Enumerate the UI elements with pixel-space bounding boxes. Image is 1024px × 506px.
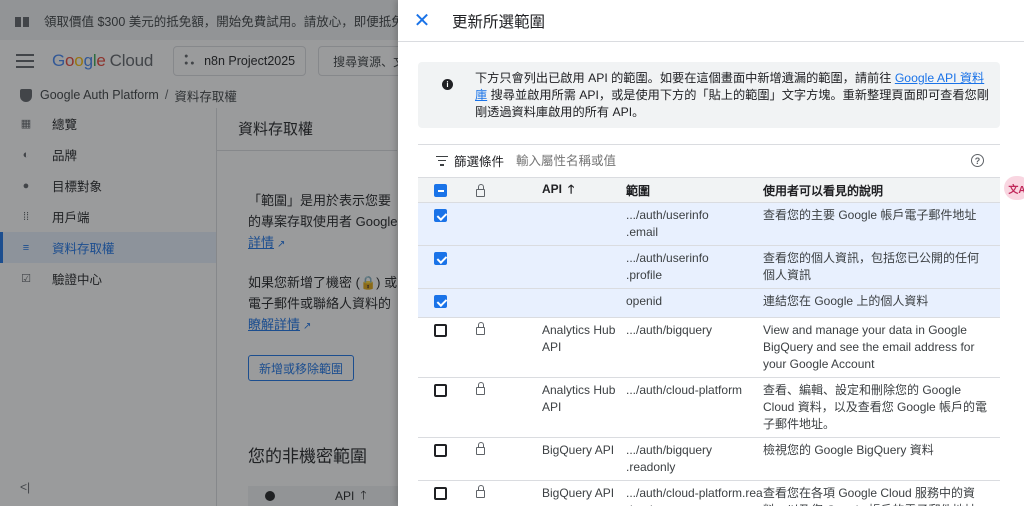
lock-icon: [476, 382, 485, 395]
table-row[interactable]: openid 連結您在 Google 上的個人資料: [418, 288, 1000, 318]
lock-icon: [476, 322, 485, 335]
cell-api: [542, 245, 626, 289]
cell-api: Analytics Hub API: [542, 377, 626, 438]
cell-api: [542, 288, 626, 318]
lock-icon: [476, 183, 485, 197]
row-checkbox[interactable]: [434, 444, 447, 457]
help-icon[interactable]: ?: [971, 154, 984, 167]
cell-description: 查看您的主要 Google 帳戶電子郵件地址: [763, 202, 1000, 246]
cell-scope: .../auth/cloud-platform: [626, 377, 763, 438]
row-checkbox[interactable]: [434, 487, 447, 500]
filter-icon: [436, 155, 448, 166]
lock-icon: [476, 485, 485, 498]
cell-scope: .../auth/userinfo .profile: [626, 245, 763, 289]
cell-api: [542, 202, 626, 246]
translate-icon[interactable]: 文A: [1004, 176, 1024, 200]
column-api-header[interactable]: API 🡑: [542, 177, 626, 203]
table-row[interactable]: .../auth/userinfo .email 查看您的主要 Google 帳戶…: [418, 202, 1000, 246]
panel-header: ✕ 更新所選範圍: [398, 0, 1024, 42]
sort-arrow-icon: 🡑: [568, 181, 575, 196]
select-all-checkbox[interactable]: [434, 184, 447, 198]
table-row[interactable]: Analytics Hub API .../auth/bigquery View a…: [418, 317, 1000, 378]
row-checkbox[interactable]: [434, 209, 447, 222]
cell-description: 連結您在 Google 上的個人資料: [763, 288, 1000, 318]
row-checkbox[interactable]: [434, 252, 447, 265]
info-icon: i: [442, 79, 453, 90]
cell-api: BigQuery API: [542, 480, 626, 506]
row-checkbox[interactable]: [434, 384, 447, 397]
table-row[interactable]: BigQuery API .../auth/bigquery .readonly 檢…: [418, 437, 1000, 481]
cell-scope: .../auth/cloud-platform.read-only: [626, 480, 763, 506]
close-icon[interactable]: ✕: [398, 0, 446, 42]
row-checkbox[interactable]: [434, 324, 447, 337]
scopes-table: API 🡑 範圍 使用者可以看見的說明 .../auth/userinfo .em…: [418, 177, 1000, 506]
filter-bar: 篩選條件 ?: [418, 144, 1000, 176]
row-checkbox[interactable]: [434, 295, 447, 308]
lock-icon: [476, 442, 485, 455]
table-header-row: API 🡑 範圍 使用者可以看見的說明: [418, 177, 1000, 203]
cell-scope: openid: [626, 288, 763, 318]
table-row[interactable]: Analytics Hub API .../auth/cloud-platform…: [418, 377, 1000, 438]
cell-description: 查看您在各項 Google Cloud 服務中的資料，以及您 Google 帳戶…: [763, 480, 1000, 506]
cell-description: View and manage your data in Google BigQ…: [763, 317, 1000, 378]
info-banner: i 下方只會列出已啟用 API 的範圍。如要在這個畫面中新增遺漏的範圍，請前往 …: [418, 62, 1000, 128]
cell-api: Analytics Hub API: [542, 317, 626, 378]
filter-label: 篩選條件: [454, 155, 505, 169]
column-scope-header: 範圍: [626, 177, 763, 203]
panel-title: 更新所選範圍: [452, 13, 546, 31]
info-text: 下方只會列出已啟用 API 的範圍。如要在這個畫面中新增遺漏的範圍，請前往 Go…: [475, 71, 989, 119]
cell-description: 查看您的個人資訊，包括您已公開的任何個人資訊: [763, 245, 1000, 289]
table-row[interactable]: .../auth/userinfo .profile 查看您的個人資訊，包括您已公…: [418, 245, 1000, 289]
filter-input[interactable]: [516, 153, 937, 168]
cell-description: 查看、編輯、設定和刪除您的 Google Cloud 資料，以及查看您 Goog…: [763, 377, 1000, 438]
cell-description: 檢視您的 Google BigQuery 資料: [763, 437, 1000, 481]
cell-scope: .../auth/userinfo .email: [626, 202, 763, 246]
cell-scope: .../auth/bigquery .readonly: [626, 437, 763, 481]
update-scopes-panel: ✕ 更新所選範圍 i 下方只會列出已啟用 API 的範圍。如要在這個畫面中新增遺…: [398, 0, 1024, 506]
cell-api: BigQuery API: [542, 437, 626, 481]
cell-scope: .../auth/bigquery: [626, 317, 763, 378]
column-description-header: 使用者可以看見的說明: [763, 177, 1000, 203]
table-row[interactable]: BigQuery API.../auth/cloud-platform.read…: [418, 480, 1000, 506]
